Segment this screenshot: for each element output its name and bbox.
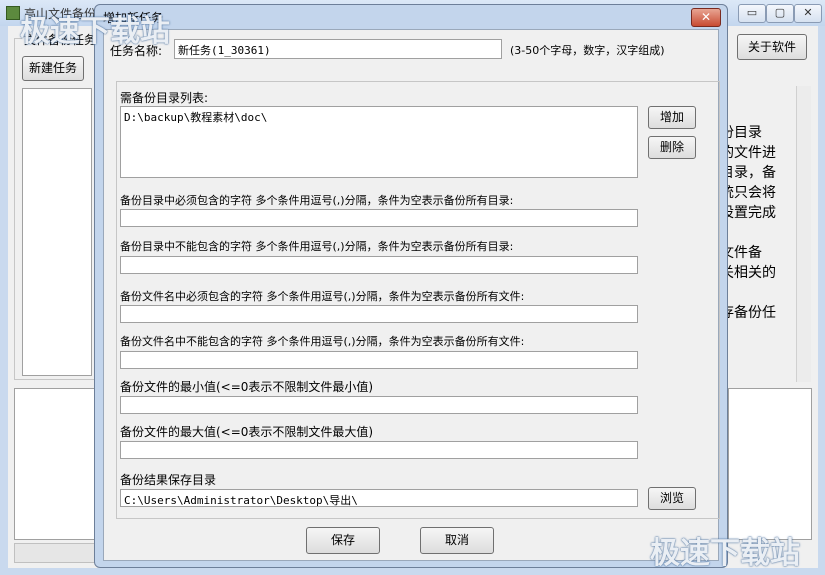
help-line: 文件备 bbox=[720, 245, 762, 261]
help-line: 的文件进 bbox=[720, 145, 776, 161]
dir-include-label: 备份目录中必须包含的字符 多个条件用逗号(,)分隔，条件为空表示备份所有目录: bbox=[120, 194, 514, 207]
help-text-panel: 份目录 的文件进 目录，备 统只会将 设置完成 文件备 关相关的 存备份任 bbox=[720, 122, 808, 322]
log-panel[interactable] bbox=[14, 388, 96, 540]
help-line: 统只会将 bbox=[720, 185, 776, 201]
task-name-hint: (3-50个字母，数字，汉字组成) bbox=[510, 44, 665, 57]
add-task-dialog: 增加新任务 ✕ 任务名称: 新任务(1_30361) (3-50个字母，数字，汉… bbox=[94, 4, 728, 568]
help-line: 份目录 bbox=[720, 125, 762, 141]
task-list[interactable] bbox=[22, 88, 92, 376]
dir-include-input[interactable] bbox=[120, 209, 638, 227]
help-scrollbar[interactable] bbox=[796, 86, 811, 382]
dir-exclude-input[interactable] bbox=[120, 256, 638, 274]
lower-panel bbox=[728, 388, 812, 540]
dialog-close-icon[interactable]: ✕ bbox=[691, 8, 721, 27]
dir-list-label: 需备份目录列表: bbox=[120, 91, 209, 105]
about-button[interactable]: 关于软件 bbox=[737, 34, 807, 60]
new-task-button[interactable]: 新建任务 bbox=[22, 56, 84, 81]
watermark-logo-bottom: 极速下载站 bbox=[650, 536, 800, 571]
max-size-label: 备份文件的最大值(<=0表示不限制文件最大值) bbox=[120, 425, 374, 439]
max-size-input[interactable] bbox=[120, 441, 638, 459]
task-name-input[interactable]: 新任务(1_30361) bbox=[174, 39, 502, 59]
browse-button[interactable]: 浏览 bbox=[648, 487, 696, 510]
dir-list-box[interactable]: D:\backup\教程素材\doc\ bbox=[120, 106, 638, 178]
status-bar bbox=[14, 543, 96, 563]
add-dir-button[interactable]: 增加 bbox=[648, 106, 696, 129]
close-icon[interactable]: ✕ bbox=[794, 4, 822, 23]
help-line: 目录，备 bbox=[720, 165, 776, 181]
minimize-icon[interactable]: ▭ bbox=[738, 4, 766, 23]
result-dir-input[interactable]: C:\Users\Administrator\Desktop\导出\ bbox=[120, 489, 638, 507]
cancel-button[interactable]: 取消 bbox=[420, 527, 494, 554]
help-line bbox=[720, 222, 808, 242]
dialog-client-area: 任务名称: 新任务(1_30361) (3-50个字母，数字，汉字组成) 需备份… bbox=[103, 29, 720, 561]
help-line: 关相关的 bbox=[720, 265, 776, 281]
file-include-label: 备份文件名中必须包含的字符 多个条件用逗号(,)分隔，条件为空表示备份所有文件: bbox=[120, 290, 525, 303]
file-exclude-input[interactable] bbox=[120, 351, 638, 369]
min-size-input[interactable] bbox=[120, 396, 638, 414]
delete-dir-button[interactable]: 删除 bbox=[648, 136, 696, 159]
result-dir-label: 备份结果保存目录 bbox=[120, 473, 217, 487]
help-line bbox=[720, 282, 808, 302]
dir-exclude-label: 备份目录中不能包含的字符 多个条件用逗号(,)分隔，条件为空表示备份所有目录: bbox=[120, 240, 514, 253]
file-exclude-label: 备份文件名中不能包含的字符 多个条件用逗号(,)分隔，条件为空表示备份所有文件: bbox=[120, 335, 525, 348]
maximize-icon[interactable]: ▢ bbox=[766, 4, 794, 23]
help-line: 存备份任 bbox=[720, 305, 776, 321]
file-include-input[interactable] bbox=[120, 305, 638, 323]
save-button[interactable]: 保存 bbox=[306, 527, 380, 554]
app-icon bbox=[6, 6, 20, 20]
watermark-logo-top: 极速下载站 bbox=[20, 14, 170, 49]
help-line: 设置完成 bbox=[720, 205, 776, 221]
min-size-label: 备份文件的最小值(<=0表示不限制文件最小值) bbox=[120, 380, 374, 394]
